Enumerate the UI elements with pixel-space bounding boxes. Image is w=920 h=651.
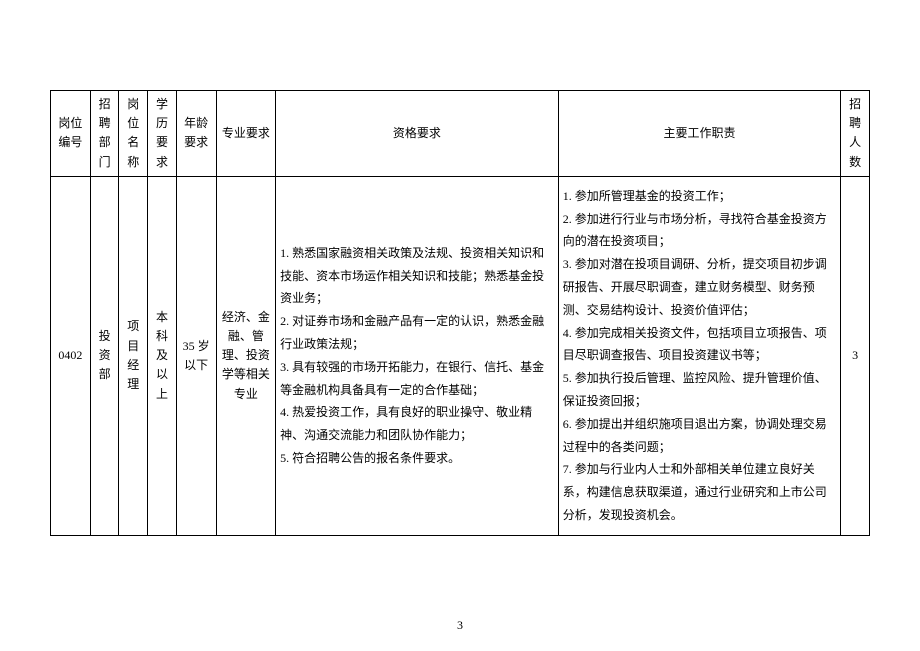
table-header-row: 岗位编号 招聘部门 岗位名称 学历要求 年龄要求 专业要求 资格要求 主要工作职…	[51, 91, 870, 177]
cell-edu: 本科及以上	[148, 176, 177, 535]
header-code: 岗位编号	[51, 91, 91, 177]
header-qual: 资格要求	[276, 91, 559, 177]
cell-major: 经济、金融、管理、投资学等相关专业	[216, 176, 276, 535]
page-number: 3	[0, 618, 920, 633]
table-row: 0402 投资部 项目经理 本科及以上 35 岁以下 经济、金融、管理、投资学等…	[51, 176, 870, 535]
recruitment-table: 岗位编号 招聘部门 岗位名称 学历要求 年龄要求 专业要求 资格要求 主要工作职…	[50, 90, 870, 536]
header-edu: 学历要求	[148, 91, 177, 177]
cell-age: 35 岁以下	[176, 176, 216, 535]
header-dept: 招聘部门	[90, 91, 119, 177]
cell-resp: 1. 参加所管理基金的投资工作；2. 参加进行行业与市场分析，寻找符合基金投资方…	[558, 176, 841, 535]
cell-name: 项目经理	[119, 176, 148, 535]
cell-dept: 投资部	[90, 176, 119, 535]
cell-qual: 1. 熟悉国家融资相关政策及法规、投资相关知识和技能、资本市场运作相关知识和技能…	[276, 176, 559, 535]
header-num: 招聘人数	[841, 91, 870, 177]
header-resp: 主要工作职责	[558, 91, 841, 177]
header-major: 专业要求	[216, 91, 276, 177]
cell-num: 3	[841, 176, 870, 535]
cell-code: 0402	[51, 176, 91, 535]
header-name: 岗位名称	[119, 91, 148, 177]
header-age: 年龄要求	[176, 91, 216, 177]
